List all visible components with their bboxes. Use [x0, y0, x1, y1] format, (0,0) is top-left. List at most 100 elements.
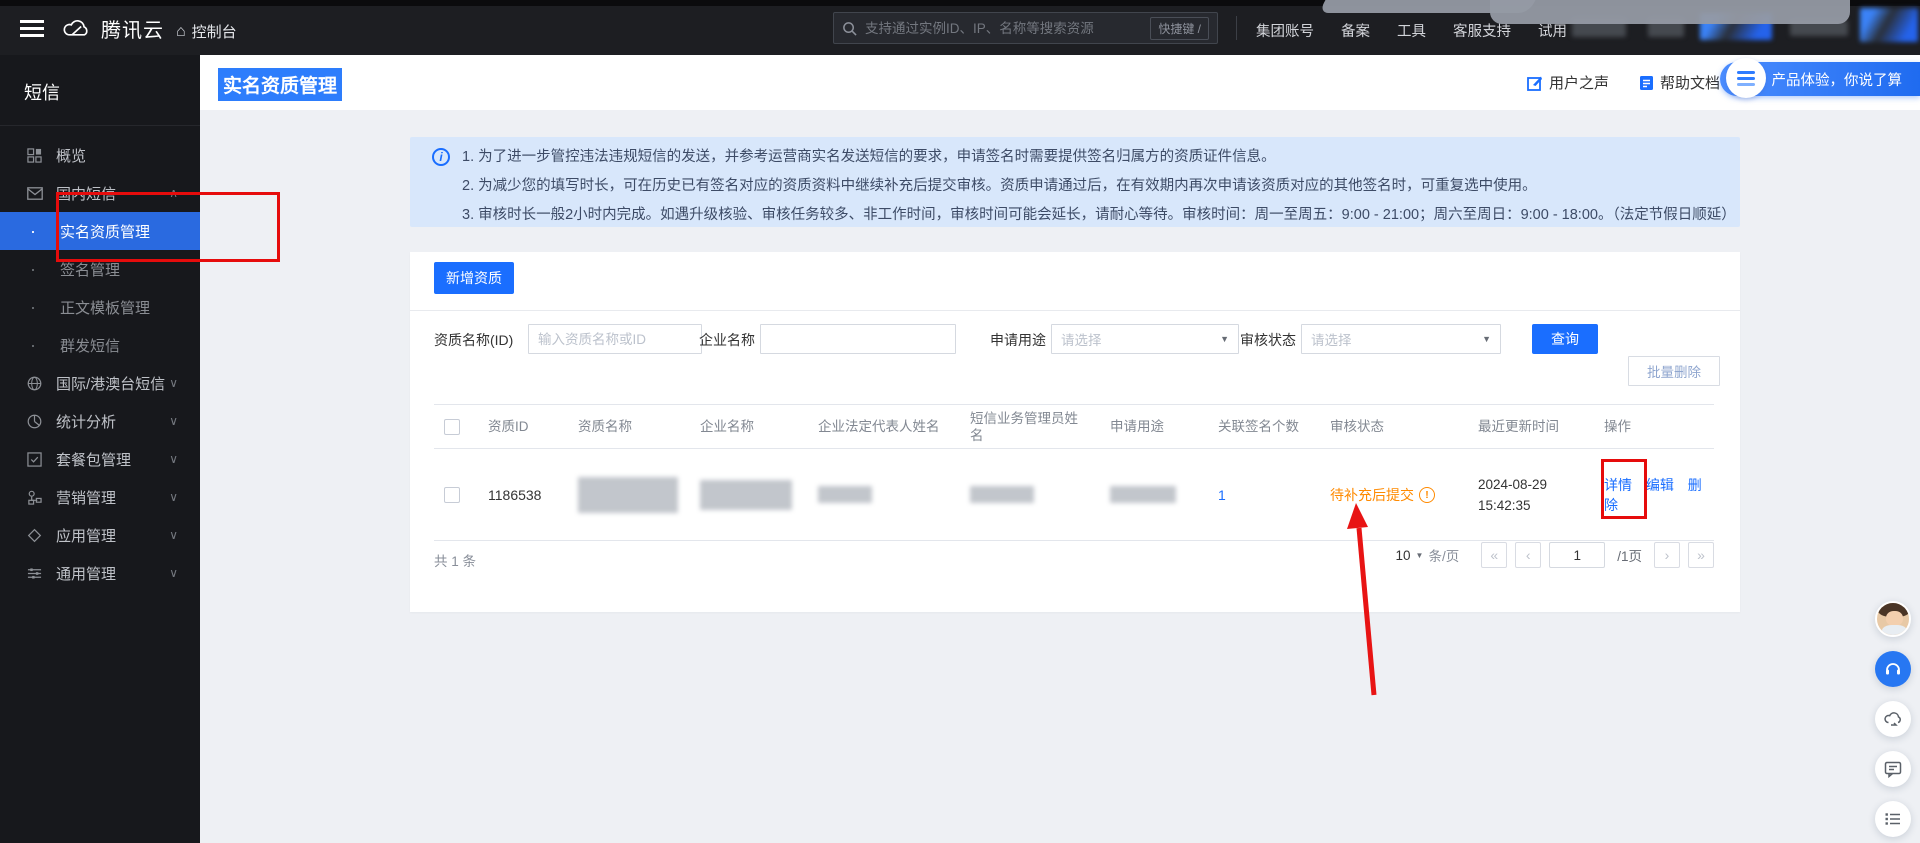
- tencent-cloud-console: 腾讯云 ⌂ 控制台 快捷键 / 集团账号 备案 工具 客服支持 试用: [0, 0, 1920, 843]
- feedback-button[interactable]: [1875, 701, 1911, 737]
- survey-list-button[interactable]: [1875, 801, 1911, 837]
- assistant-avatar[interactable]: [1875, 601, 1911, 637]
- updated-date: 2024-08-29: [1478, 476, 1548, 492]
- cursor-artifact: [1490, 0, 1850, 24]
- sidebar-item-realname-qualification[interactable]: · 实名资质管理: [0, 212, 200, 250]
- prev-page-button[interactable]: ‹: [1515, 542, 1542, 568]
- mail-icon: [26, 185, 43, 202]
- row-checkbox[interactable]: [444, 487, 460, 504]
- sidebar-item-international-sms[interactable]: 国际/港澳台短信 ∨: [0, 364, 200, 402]
- col-sms-admin: 短信业务管理员姓名: [960, 404, 1100, 449]
- pie-chart-icon: [26, 413, 43, 430]
- user-voice-link[interactable]: 用户之声: [1527, 72, 1609, 93]
- redacted-sms-admin: [970, 486, 1034, 503]
- table-row: 1186538 1 待补充后提交 ! 2024-08-29 15:42:35 详…: [434, 448, 1714, 541]
- page-size-select[interactable]: 10 ▼ 条/页: [1396, 545, 1460, 565]
- page-number-input[interactable]: [1549, 542, 1606, 568]
- sidebar-item-domestic-sms[interactable]: 国内短信 ∧: [0, 174, 200, 212]
- sidebar-item-signature-management[interactable]: · 签名管理: [0, 250, 200, 288]
- docs-chat-button[interactable]: [1875, 751, 1911, 787]
- survey-list-icon: [1885, 813, 1900, 825]
- headset-icon: [1886, 663, 1900, 675]
- tencent-cloud-logo[interactable]: 腾讯云: [62, 14, 164, 43]
- chevron-down-icon: ∨: [169, 528, 178, 542]
- console-link[interactable]: ⌂ 控制台: [176, 21, 237, 42]
- add-qualification-button[interactable]: 新增资质: [434, 262, 514, 294]
- select-arrow-icon: ▼: [1220, 334, 1229, 344]
- sidebar-item-overview[interactable]: 概览: [0, 136, 200, 174]
- hamburger-menu-icon[interactable]: [20, 20, 44, 37]
- redacted-block: [1860, 8, 1918, 42]
- table-header-row: 资质ID 资质名称 企业名称 企业法定代表人姓名 短信业务管理员姓名 申请用途 …: [434, 404, 1714, 449]
- customer-service-button[interactable]: [1875, 651, 1911, 687]
- sidebar-item-template-management[interactable]: · 正文模板管理: [0, 288, 200, 326]
- sidebar-product-title: 短信: [24, 83, 60, 103]
- info-icon: i: [432, 148, 450, 166]
- sidebar-item-general-management[interactable]: 通用管理 ∨: [0, 554, 200, 592]
- total-count: 共 1 条: [434, 554, 477, 569]
- bullet-icon: ·: [30, 221, 36, 241]
- col-legal-representative: 企业法定代表人姓名: [808, 404, 960, 449]
- bullet-icon: ·: [30, 297, 36, 317]
- pagination: 10 ▼ 条/页 « ‹ /1页 › »: [1396, 542, 1714, 568]
- company-filter-input[interactable]: [761, 325, 955, 353]
- search-input[interactable]: [865, 20, 1151, 36]
- sidebar-item-application-management[interactable]: 应用管理 ∨: [0, 516, 200, 554]
- updated-time: 15:42:35: [1478, 497, 1531, 513]
- last-page-button[interactable]: »: [1688, 542, 1714, 568]
- doc-chat-icon: [1884, 761, 1902, 778]
- status-filter-select[interactable]: 请选择 ▼: [1301, 324, 1501, 354]
- page-count-label: /1页: [1617, 549, 1642, 564]
- qualification-card: 新增资质 资质名称(ID) 企业名称 申请用途 请选择 ▼ 审核状态 请选择 ▼…: [410, 252, 1740, 612]
- redacted-legal-representative: [818, 486, 872, 503]
- query-button[interactable]: 查询: [1532, 324, 1598, 354]
- col-company-name: 企业名称: [690, 404, 808, 449]
- warning-icon: !: [1419, 486, 1435, 503]
- linked-signatures-link[interactable]: 1: [1218, 487, 1226, 503]
- sidebar-item-bulk-sms[interactable]: · 群发短信: [0, 326, 200, 364]
- chevron-down-icon: ∨: [169, 452, 178, 466]
- help-docs-link[interactable]: 帮助文档: [1639, 72, 1720, 93]
- company-filter-input-wrap: [760, 324, 956, 354]
- col-qualification-name: 资质名称: [568, 404, 690, 449]
- sidebar-item-package-management[interactable]: 套餐包管理 ∨: [0, 440, 200, 478]
- company-filter-label: 企业名称: [699, 332, 755, 348]
- shortcut-badge: 快捷键 /: [1150, 16, 1209, 40]
- status-filter-label: 审核状态: [1240, 332, 1296, 348]
- qualification-table: 资质ID 资质名称 企业名称 企业法定代表人姓名 短信业务管理员姓名 申请用途 …: [434, 404, 1714, 541]
- sidebar-item-marketing-management[interactable]: 营销管理 ∨: [0, 478, 200, 516]
- detail-link[interactable]: 详情: [1604, 477, 1632, 493]
- col-usage: 申请用途: [1100, 404, 1208, 449]
- batch-delete-button[interactable]: 批量删除: [1628, 356, 1720, 386]
- cloud-refresh-icon: [1883, 711, 1901, 726]
- menu-icp[interactable]: 备案: [1341, 20, 1370, 41]
- menu-tools[interactable]: 工具: [1397, 20, 1426, 41]
- brand-name: 腾讯云: [101, 20, 164, 42]
- sidebar: 短信 概览 国内短信 ∧ · 实名资质管理 · 签名管理 · 正文模板管理 · …: [0, 55, 200, 843]
- bullet-icon: ·: [30, 335, 36, 355]
- name-filter-input[interactable]: [529, 325, 701, 353]
- banner-line-3: 3. 审核时长一般2小时内完成。如遇升级核验、审核任务较多、非工作时间，审核时间…: [462, 207, 1736, 223]
- floating-toolbar: [1875, 601, 1911, 843]
- product-experience-pill[interactable]: 产品体验，你说了算: [1719, 58, 1920, 98]
- col-audit-status: 审核状态: [1320, 404, 1468, 449]
- sidebar-item-statistics[interactable]: 统计分析 ∨: [0, 402, 200, 440]
- usage-filter-label: 申请用途: [990, 332, 1046, 348]
- package-icon: [26, 451, 43, 468]
- edit-link[interactable]: 编辑: [1646, 477, 1674, 493]
- select-arrow-icon: ▼: [1482, 334, 1491, 344]
- feedback-pen-icon: [1527, 76, 1542, 91]
- select-all-checkbox[interactable]: [444, 419, 460, 436]
- usage-filter-select[interactable]: 请选择 ▼: [1051, 324, 1239, 354]
- banner-line-2: 2. 为减少您的填写时长，可在历史已有签名对应的资质资料中继续补充后提交审核。资…: [462, 178, 1537, 194]
- diamond-icon: [26, 527, 43, 544]
- next-page-button[interactable]: ›: [1654, 542, 1680, 568]
- global-search[interactable]: 快捷键 /: [833, 12, 1218, 44]
- search-icon: [843, 21, 857, 36]
- first-page-button[interactable]: «: [1481, 542, 1508, 568]
- col-updated-time: 最近更新时间: [1468, 404, 1594, 449]
- sliders-icon: [26, 565, 43, 582]
- col-operations: 操作: [1594, 404, 1714, 449]
- chevron-down-icon: ∨: [169, 490, 178, 504]
- menu-group-account[interactable]: 集团账号: [1256, 20, 1314, 41]
